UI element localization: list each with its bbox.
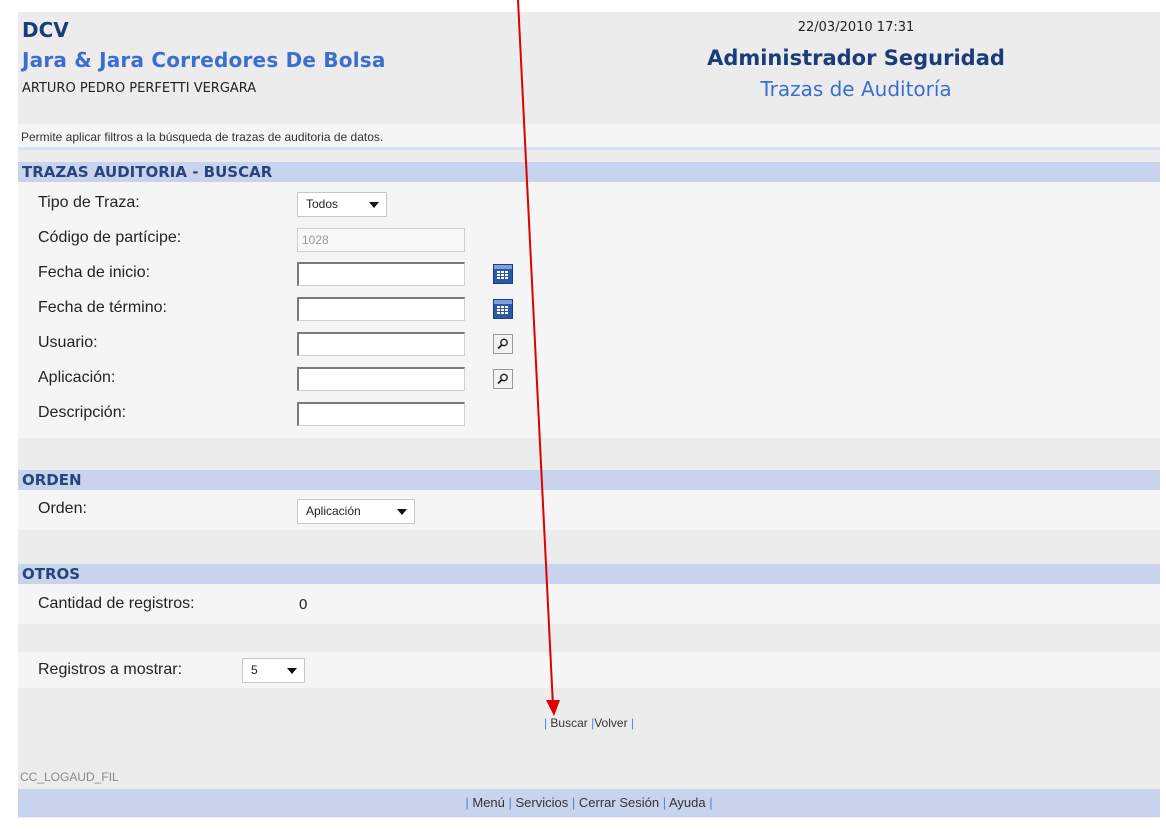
- tipo-traza-value: Todos: [306, 197, 339, 211]
- footer-servicios-link[interactable]: Servicios: [516, 795, 569, 810]
- company-name: Jara & Jara Corredores De Bolsa: [22, 48, 386, 72]
- usuario-label: Usuario:: [38, 334, 98, 351]
- buscar-link[interactable]: Buscar: [550, 716, 587, 730]
- page-title: Trazas de Auditoría: [760, 77, 952, 101]
- org-name: DCV: [22, 18, 69, 42]
- fecha-termino-input[interactable]: [297, 297, 465, 321]
- otros-section-title: OTROS: [18, 564, 1160, 584]
- orden-section-title: ORDEN: [18, 470, 1160, 490]
- separator: |: [504, 795, 516, 810]
- cantidad-registros-value: 0: [299, 596, 308, 613]
- descripcion-label: Descripción:: [38, 404, 127, 421]
- footer-menu-link[interactable]: Menú: [472, 795, 505, 810]
- registros-panel: Registros a mostrar: 5: [18, 652, 1160, 688]
- tipo-traza-select[interactable]: Todos: [297, 192, 387, 217]
- aplicacion-input[interactable]: [297, 367, 465, 391]
- separator: |: [705, 795, 713, 810]
- search-section-title: TRAZAS AUDITORIA - BUSCAR: [18, 162, 1160, 182]
- app-title: Administrador Seguridad: [707, 46, 1005, 70]
- footer-cerrar-sesion-link[interactable]: Cerrar Sesión: [579, 795, 659, 810]
- fecha-inicio-label: Fecha de inicio:: [38, 264, 151, 281]
- registros-label: Registros a mostrar:: [38, 661, 183, 678]
- screen-code: CC_LOGAUD_FIL: [20, 770, 119, 784]
- fecha-termino-label: Fecha de término:: [38, 299, 167, 316]
- registros-select[interactable]: 5: [242, 658, 305, 683]
- tipo-traza-label: Tipo de Traza:: [38, 194, 140, 211]
- volver-link[interactable]: Volver: [594, 716, 627, 730]
- calendar-icon[interactable]: [493, 299, 513, 319]
- orden-select[interactable]: Aplicación: [297, 499, 415, 524]
- chevron-down-icon: [369, 202, 379, 208]
- search-panel: Tipo de Traza: Todos Código de partícipe…: [18, 182, 1160, 438]
- page-description: Permite aplicar filtros a la búsqueda de…: [18, 124, 1160, 150]
- fecha-inicio-input[interactable]: [297, 262, 465, 286]
- action-links: | Buscar |Volver |: [18, 716, 1160, 730]
- codigo-participe-field: 1028: [297, 228, 465, 252]
- otros-panel: Cantidad de registros: 0: [18, 584, 1160, 624]
- orden-value: Aplicación: [306, 504, 361, 518]
- chevron-down-icon: [287, 668, 297, 674]
- registros-value: 5: [251, 663, 258, 677]
- user-name: ARTURO PEDRO PERFETTI VERGARA: [22, 81, 257, 96]
- chevron-down-icon: [397, 509, 407, 515]
- search-icon[interactable]: [493, 334, 513, 354]
- codigo-participe-label: Código de partícipe:: [38, 229, 182, 246]
- calendar-icon[interactable]: [493, 264, 513, 284]
- separator: |: [627, 716, 635, 730]
- search-icon[interactable]: [493, 369, 513, 389]
- usuario-input[interactable]: [297, 332, 465, 356]
- footer-nav: | Menú | Servicios | Cerrar Sesión | Ayu…: [18, 789, 1160, 817]
- separator: |: [568, 795, 579, 810]
- separator: |: [659, 795, 669, 810]
- orden-label: Orden:: [38, 500, 87, 517]
- cantidad-registros-label: Cantidad de registros:: [38, 595, 195, 612]
- descripcion-input[interactable]: [297, 402, 465, 426]
- aplicacion-label: Aplicación:: [38, 369, 116, 386]
- datetime: 22/03/2010 17:31: [797, 20, 915, 35]
- footer-ayuda-link[interactable]: Ayuda: [669, 795, 706, 810]
- orden-panel: Orden: Aplicación: [18, 490, 1160, 530]
